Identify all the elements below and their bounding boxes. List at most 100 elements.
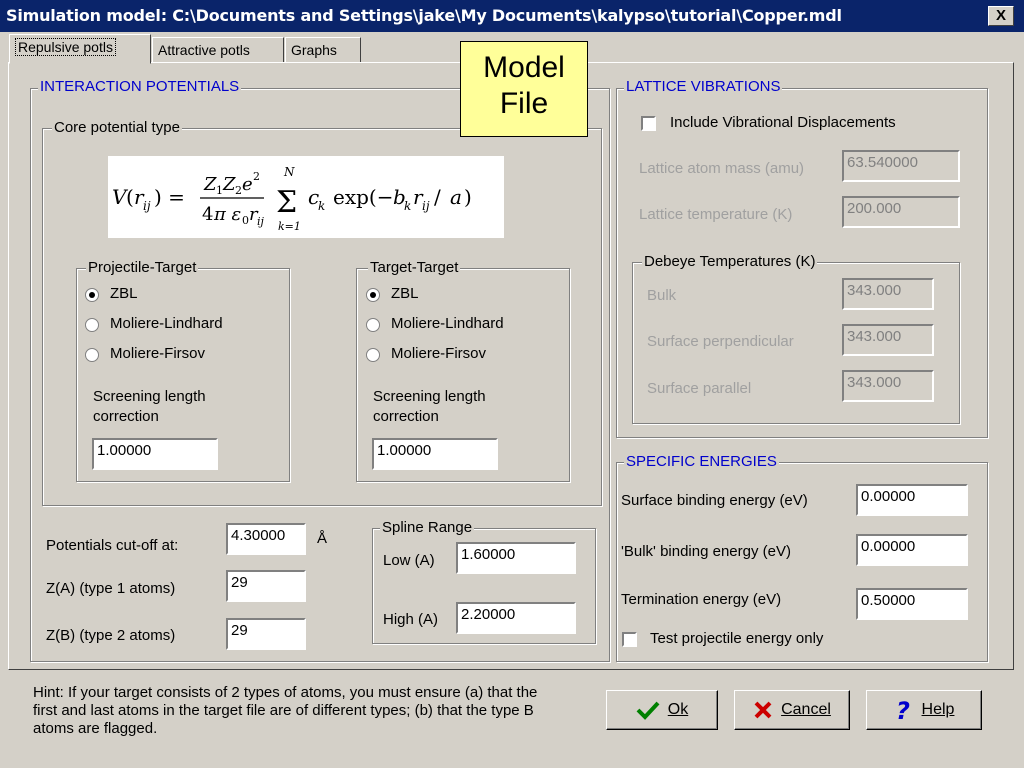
pt-moliere-firsov-radio[interactable] bbox=[85, 348, 99, 362]
potential-formula: V ( r ij ) = Z 1 Z 2 e 2 4 π ε 0 r ij N … bbox=[108, 156, 504, 238]
zb-input[interactable]: 29 bbox=[226, 618, 306, 650]
spline-high-label: High (A) bbox=[383, 611, 439, 628]
lattice-temp-input[interactable]: 200.000 bbox=[842, 196, 960, 228]
tab-label: Attractive potls bbox=[158, 42, 250, 58]
svg-text:Σ: Σ bbox=[276, 185, 297, 220]
tt-screening-label-1: Screening length bbox=[373, 388, 486, 405]
test-projectile-label: Test projectile energy only bbox=[650, 630, 824, 647]
svg-text:Z: Z bbox=[222, 174, 236, 195]
svg-text:a: a bbox=[450, 185, 462, 209]
svg-text:ij: ij bbox=[422, 199, 430, 213]
cutoff-unit: Å bbox=[317, 530, 328, 547]
debye-perp-input[interactable]: 343.000 bbox=[842, 324, 934, 356]
include-vibrations-label: Include Vibrational Displacements bbox=[670, 114, 896, 131]
svg-text:ij: ij bbox=[257, 215, 265, 228]
debye-par-input[interactable]: 343.000 bbox=[842, 370, 934, 402]
spline-range-title: Spline Range bbox=[380, 519, 475, 536]
cancel-label: Cancel bbox=[781, 701, 831, 718]
window-title: Simulation model: C:\Documents and Setti… bbox=[6, 6, 842, 25]
lattice-mass-input[interactable]: 63.540000 bbox=[842, 150, 960, 182]
spline-low-label: Low (A) bbox=[383, 552, 435, 569]
svg-text:2: 2 bbox=[235, 184, 242, 197]
svg-text:k: k bbox=[318, 199, 325, 213]
help-label: Help bbox=[921, 701, 955, 718]
pt-screening-label-2: correction bbox=[93, 408, 159, 425]
pt-moliere-lindhard-radio[interactable] bbox=[85, 318, 99, 332]
hint-text: Hint: If your target consists of 2 types… bbox=[33, 684, 538, 737]
test-projectile-checkbox[interactable] bbox=[622, 632, 637, 647]
ok-label: Ok bbox=[667, 701, 689, 718]
question-mark-icon: ? bbox=[896, 698, 910, 722]
tt-moliere-firsov-label: Moliere-Firsov bbox=[391, 345, 487, 362]
svg-text:e: e bbox=[242, 174, 253, 195]
pt-screening-label-1: Screening length bbox=[93, 388, 206, 405]
svg-text:/: / bbox=[434, 185, 441, 209]
tt-moliere-firsov-radio[interactable] bbox=[366, 348, 380, 362]
formula-graphic: V ( r ij ) = Z 1 Z 2 e 2 4 π ε 0 r ij N … bbox=[112, 165, 472, 233]
tab-graphs[interactable]: Graphs bbox=[285, 37, 361, 63]
za-input[interactable]: 29 bbox=[226, 570, 306, 602]
tt-moliere-lindhard-radio[interactable] bbox=[366, 318, 380, 332]
debye-bulk-label: Bulk bbox=[647, 287, 677, 304]
cancel-button[interactable]: Cancel bbox=[734, 690, 850, 730]
core-potential-title: Core potential type bbox=[52, 119, 182, 136]
tab-attractive-potls[interactable]: Attractive potls bbox=[152, 37, 284, 63]
svg-text:π ε: π ε bbox=[213, 204, 241, 225]
tt-zbl-radio[interactable] bbox=[366, 288, 380, 302]
pt-zbl-radio[interactable] bbox=[85, 288, 99, 302]
projectile-target-title: Projectile-Target bbox=[86, 259, 199, 276]
pt-moliere-lindhard-label: Moliere-Lindhard bbox=[110, 315, 223, 332]
ok-button[interactable]: Ok bbox=[606, 690, 718, 730]
za-label: Z(A) (type 1 atoms) bbox=[46, 580, 176, 597]
cutoff-label: Potentials cut-off at: bbox=[46, 537, 179, 554]
svg-text:4: 4 bbox=[202, 204, 213, 225]
tt-screening-input[interactable]: 1.00000 bbox=[372, 438, 498, 470]
svg-text:1: 1 bbox=[216, 184, 223, 197]
lattice-mass-label: Lattice atom mass (amu) bbox=[639, 160, 805, 177]
svg-text:) =: ) = bbox=[154, 185, 185, 209]
tt-moliere-lindhard-label: Moliere-Lindhard bbox=[391, 315, 504, 332]
callout-line-2: File bbox=[499, 87, 549, 120]
svg-text:(: ( bbox=[126, 185, 134, 209]
svg-text:): ) bbox=[464, 185, 472, 209]
callout-line-1: Model bbox=[483, 51, 565, 84]
spline-high-input[interactable]: 2.20000 bbox=[456, 602, 576, 634]
pt-moliere-firsov-label: Moliere-Firsov bbox=[110, 345, 206, 362]
tab-repulsive-potls[interactable]: Repulsive potls bbox=[9, 34, 151, 64]
tab-label: Repulsive potls bbox=[15, 38, 116, 56]
svg-text:0: 0 bbox=[242, 214, 249, 227]
target-target-title: Target-Target bbox=[368, 259, 461, 276]
svg-text:Z: Z bbox=[203, 174, 217, 195]
checkmark-icon bbox=[636, 701, 660, 720]
include-vibrations-checkbox[interactable] bbox=[641, 116, 656, 131]
cross-icon bbox=[754, 701, 772, 719]
tt-screening-label-2: correction bbox=[373, 408, 439, 425]
close-button[interactable]: X bbox=[988, 6, 1014, 26]
svg-text:exp(−: exp(− bbox=[333, 185, 393, 209]
svg-text:k=1: k=1 bbox=[278, 220, 301, 233]
lattice-temp-label: Lattice temperature (K) bbox=[639, 206, 793, 223]
help-button[interactable]: ? Help bbox=[866, 690, 982, 730]
svg-text:2: 2 bbox=[253, 170, 260, 183]
interaction-potentials-title: INTERACTION POTENTIALS bbox=[38, 78, 242, 95]
pt-zbl-label: ZBL bbox=[110, 285, 138, 302]
debye-bulk-input[interactable]: 343.000 bbox=[842, 278, 934, 310]
zb-label: Z(B) (type 2 atoms) bbox=[46, 627, 176, 644]
bulk-binding-label: 'Bulk' binding energy (eV) bbox=[621, 543, 791, 560]
debye-title: Debeye Temperatures (K) bbox=[642, 253, 818, 270]
spline-low-input[interactable]: 1.60000 bbox=[456, 542, 576, 574]
cutoff-input[interactable]: 4.30000 bbox=[226, 523, 306, 555]
tt-zbl-label: ZBL bbox=[391, 285, 419, 302]
debye-par-label: Surface parallel bbox=[647, 380, 752, 397]
svg-text:N: N bbox=[283, 165, 295, 179]
termination-energy-input[interactable]: 0.50000 bbox=[856, 588, 968, 620]
termination-energy-label: Termination energy (eV) bbox=[621, 591, 782, 608]
svg-text:k: k bbox=[404, 199, 411, 213]
surface-binding-input[interactable]: 0.00000 bbox=[856, 484, 968, 516]
svg-text:?: ? bbox=[896, 698, 910, 722]
model-file-callout: Model File bbox=[460, 41, 588, 137]
bulk-binding-input[interactable]: 0.00000 bbox=[856, 534, 968, 566]
pt-screening-input[interactable]: 1.00000 bbox=[92, 438, 218, 470]
tab-label: Graphs bbox=[291, 42, 337, 58]
specific-energies-title: SPECIFIC ENERGIES bbox=[624, 453, 779, 470]
